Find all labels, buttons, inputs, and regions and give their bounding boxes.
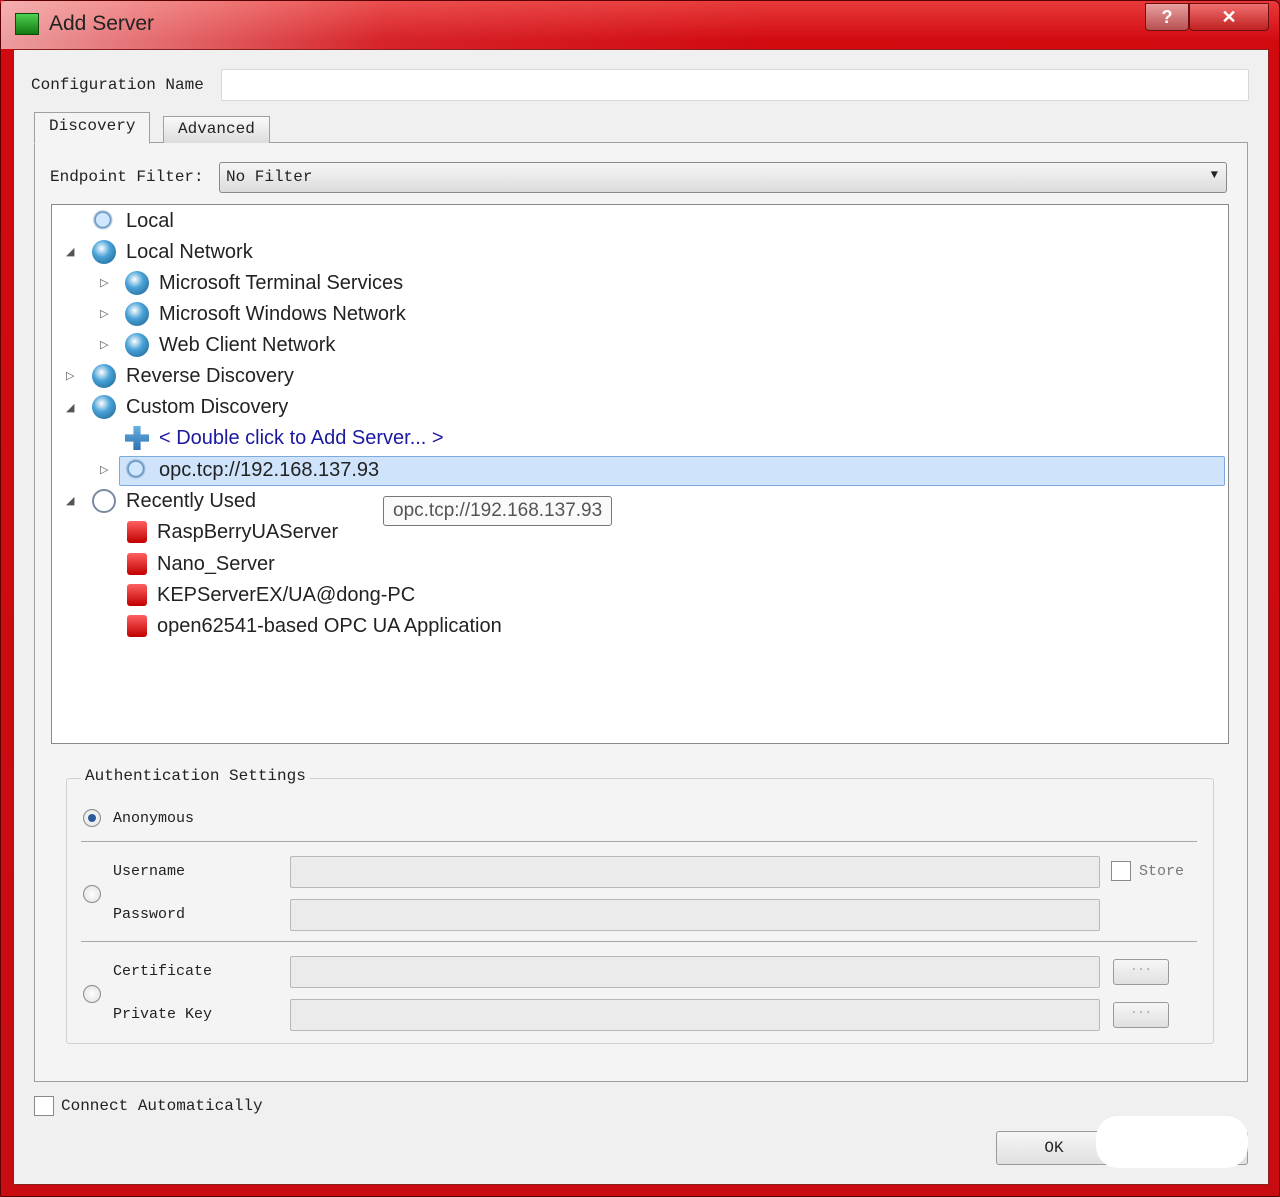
endpoint-filter-label: Endpoint Filter: [50,168,204,186]
globe-icon [92,364,116,388]
ok-button[interactable]: OK [996,1131,1112,1165]
lock-icon [127,553,147,575]
tree-node-local[interactable]: Local [92,206,174,236]
tree-node-local-network[interactable]: Local Network [92,237,253,267]
browse-private-key-button[interactable]: ... [1113,1002,1169,1028]
collapse-arrow-icon[interactable]: ◢ [66,401,74,414]
expand-arrow-icon[interactable]: ▷ [100,338,108,351]
endpoint-filter-value: No Filter [226,168,313,186]
expand-arrow-icon[interactable]: ▷ [100,307,108,320]
network-icon [125,271,149,295]
tree-node-reverse-discovery[interactable]: Reverse Discovery [92,361,294,391]
tree-node-add-server[interactable]: < Double click to Add Server... > [125,423,444,453]
tree-node-web-client-network[interactable]: Web Client Network [125,330,335,360]
expand-arrow-icon[interactable]: ▷ [100,463,108,476]
globe-icon [92,240,116,264]
node-label: RaspBerryUAServer [157,520,339,543]
certificate-input[interactable] [290,956,1100,988]
network-icon [125,333,149,357]
lock-icon [127,521,147,543]
node-label: Microsoft Terminal Services [159,271,404,294]
globe-icon [92,395,116,419]
magnifier-icon [125,458,149,482]
config-name-label: Configuration Name [31,76,204,94]
tree-node-terminal-services[interactable]: Microsoft Terminal Services [125,268,403,298]
help-button[interactable]: ? [1145,3,1189,31]
dialog-body: Configuration Name Discovery Advanced En… [13,49,1269,1185]
close-button[interactable]: ✕ [1189,3,1269,31]
private-key-input[interactable] [290,999,1100,1031]
node-label: Web Client Network [159,333,336,356]
authentication-settings-group: Authentication Settings Anonymous Userna… [66,767,1214,1044]
expand-arrow-icon[interactable]: ▷ [100,276,108,289]
chevron-down-icon: ▼ [1210,168,1218,182]
store-label: Store [1139,863,1185,880]
node-label: Custom Discovery [126,395,289,418]
network-icon [125,302,149,326]
node-label: < Double click to Add Server... > [159,426,444,449]
tree-node-recent[interactable]: open62541-based OPC UA Application [125,611,502,641]
tree-node-recently-used[interactable]: Recently Used [92,486,256,516]
node-label: Local [126,209,174,232]
tree-node-recent[interactable]: RaspBerryUAServer [125,517,338,547]
node-label: open62541-based OPC UA Application [157,614,502,637]
tree-node-opc-server[interactable]: opc.tcp://192.168.137.93 [125,455,379,485]
username-input[interactable] [290,856,1100,888]
collapse-arrow-icon[interactable]: ◢ [66,245,74,258]
connect-automatically-label: Connect Automatically [61,1097,263,1115]
magnifier-icon [92,209,116,233]
add-server-window: Add Server ? ✕ Configuration Name Discov… [0,0,1280,1197]
anonymous-label: Anonymous [113,810,195,827]
title-bar[interactable] [1,1,1279,49]
endpoint-filter-select[interactable]: No Filter ▼ [219,162,1227,193]
anonymous-radio[interactable] [83,809,101,827]
private-key-label: Private Key [113,1006,213,1023]
lock-icon [127,584,147,606]
tab-advanced[interactable]: Advanced [163,116,270,143]
collapse-arrow-icon[interactable]: ◢ [66,494,74,507]
username-radio[interactable] [83,885,101,903]
lock-icon [127,615,147,637]
store-checkbox[interactable] [1111,861,1131,881]
divider [81,841,1197,842]
tooltip: opc.tcp://192.168.137.93 [383,496,613,526]
plus-icon [125,426,149,450]
certificate-radio[interactable] [83,985,101,1003]
config-name-input[interactable] [221,69,1249,101]
tree-node-custom-discovery[interactable]: Custom Discovery [92,392,288,422]
certificate-label: Certificate [113,963,213,980]
tree-node-recent[interactable]: KEPServerEX/UA@dong-PC [125,580,415,610]
tab-discovery[interactable]: Discovery [34,112,151,144]
divider [81,941,1197,942]
clock-icon [92,489,116,513]
redaction-patch [1096,1116,1248,1168]
expand-arrow-icon[interactable]: ▷ [66,369,74,382]
app-icon [15,13,39,35]
tree-node-recent[interactable]: Nano_Server [125,549,275,579]
connect-automatically-checkbox[interactable] [34,1096,54,1116]
node-label: KEPServerEX/UA@dong-PC [157,583,416,606]
node-label: Microsoft Windows Network [159,302,406,325]
window-title: Add Server [49,12,155,35]
password-input[interactable] [290,899,1100,931]
node-label: Local Network [126,240,253,263]
username-label: Username [113,863,186,880]
browse-certificate-button[interactable]: ... [1113,959,1169,985]
password-label: Password [113,906,186,923]
node-label: Reverse Discovery [126,364,294,387]
node-label: Recently Used [126,489,257,512]
server-tree[interactable]: Local ◢ Local Network ▷ Microsoft Termin… [51,204,1229,744]
auth-group-title: Authentication Settings [81,767,310,785]
node-label: Nano_Server [157,552,275,575]
tree-node-windows-network[interactable]: Microsoft Windows Network [125,299,406,329]
node-label: opc.tcp://192.168.137.93 [159,458,380,481]
